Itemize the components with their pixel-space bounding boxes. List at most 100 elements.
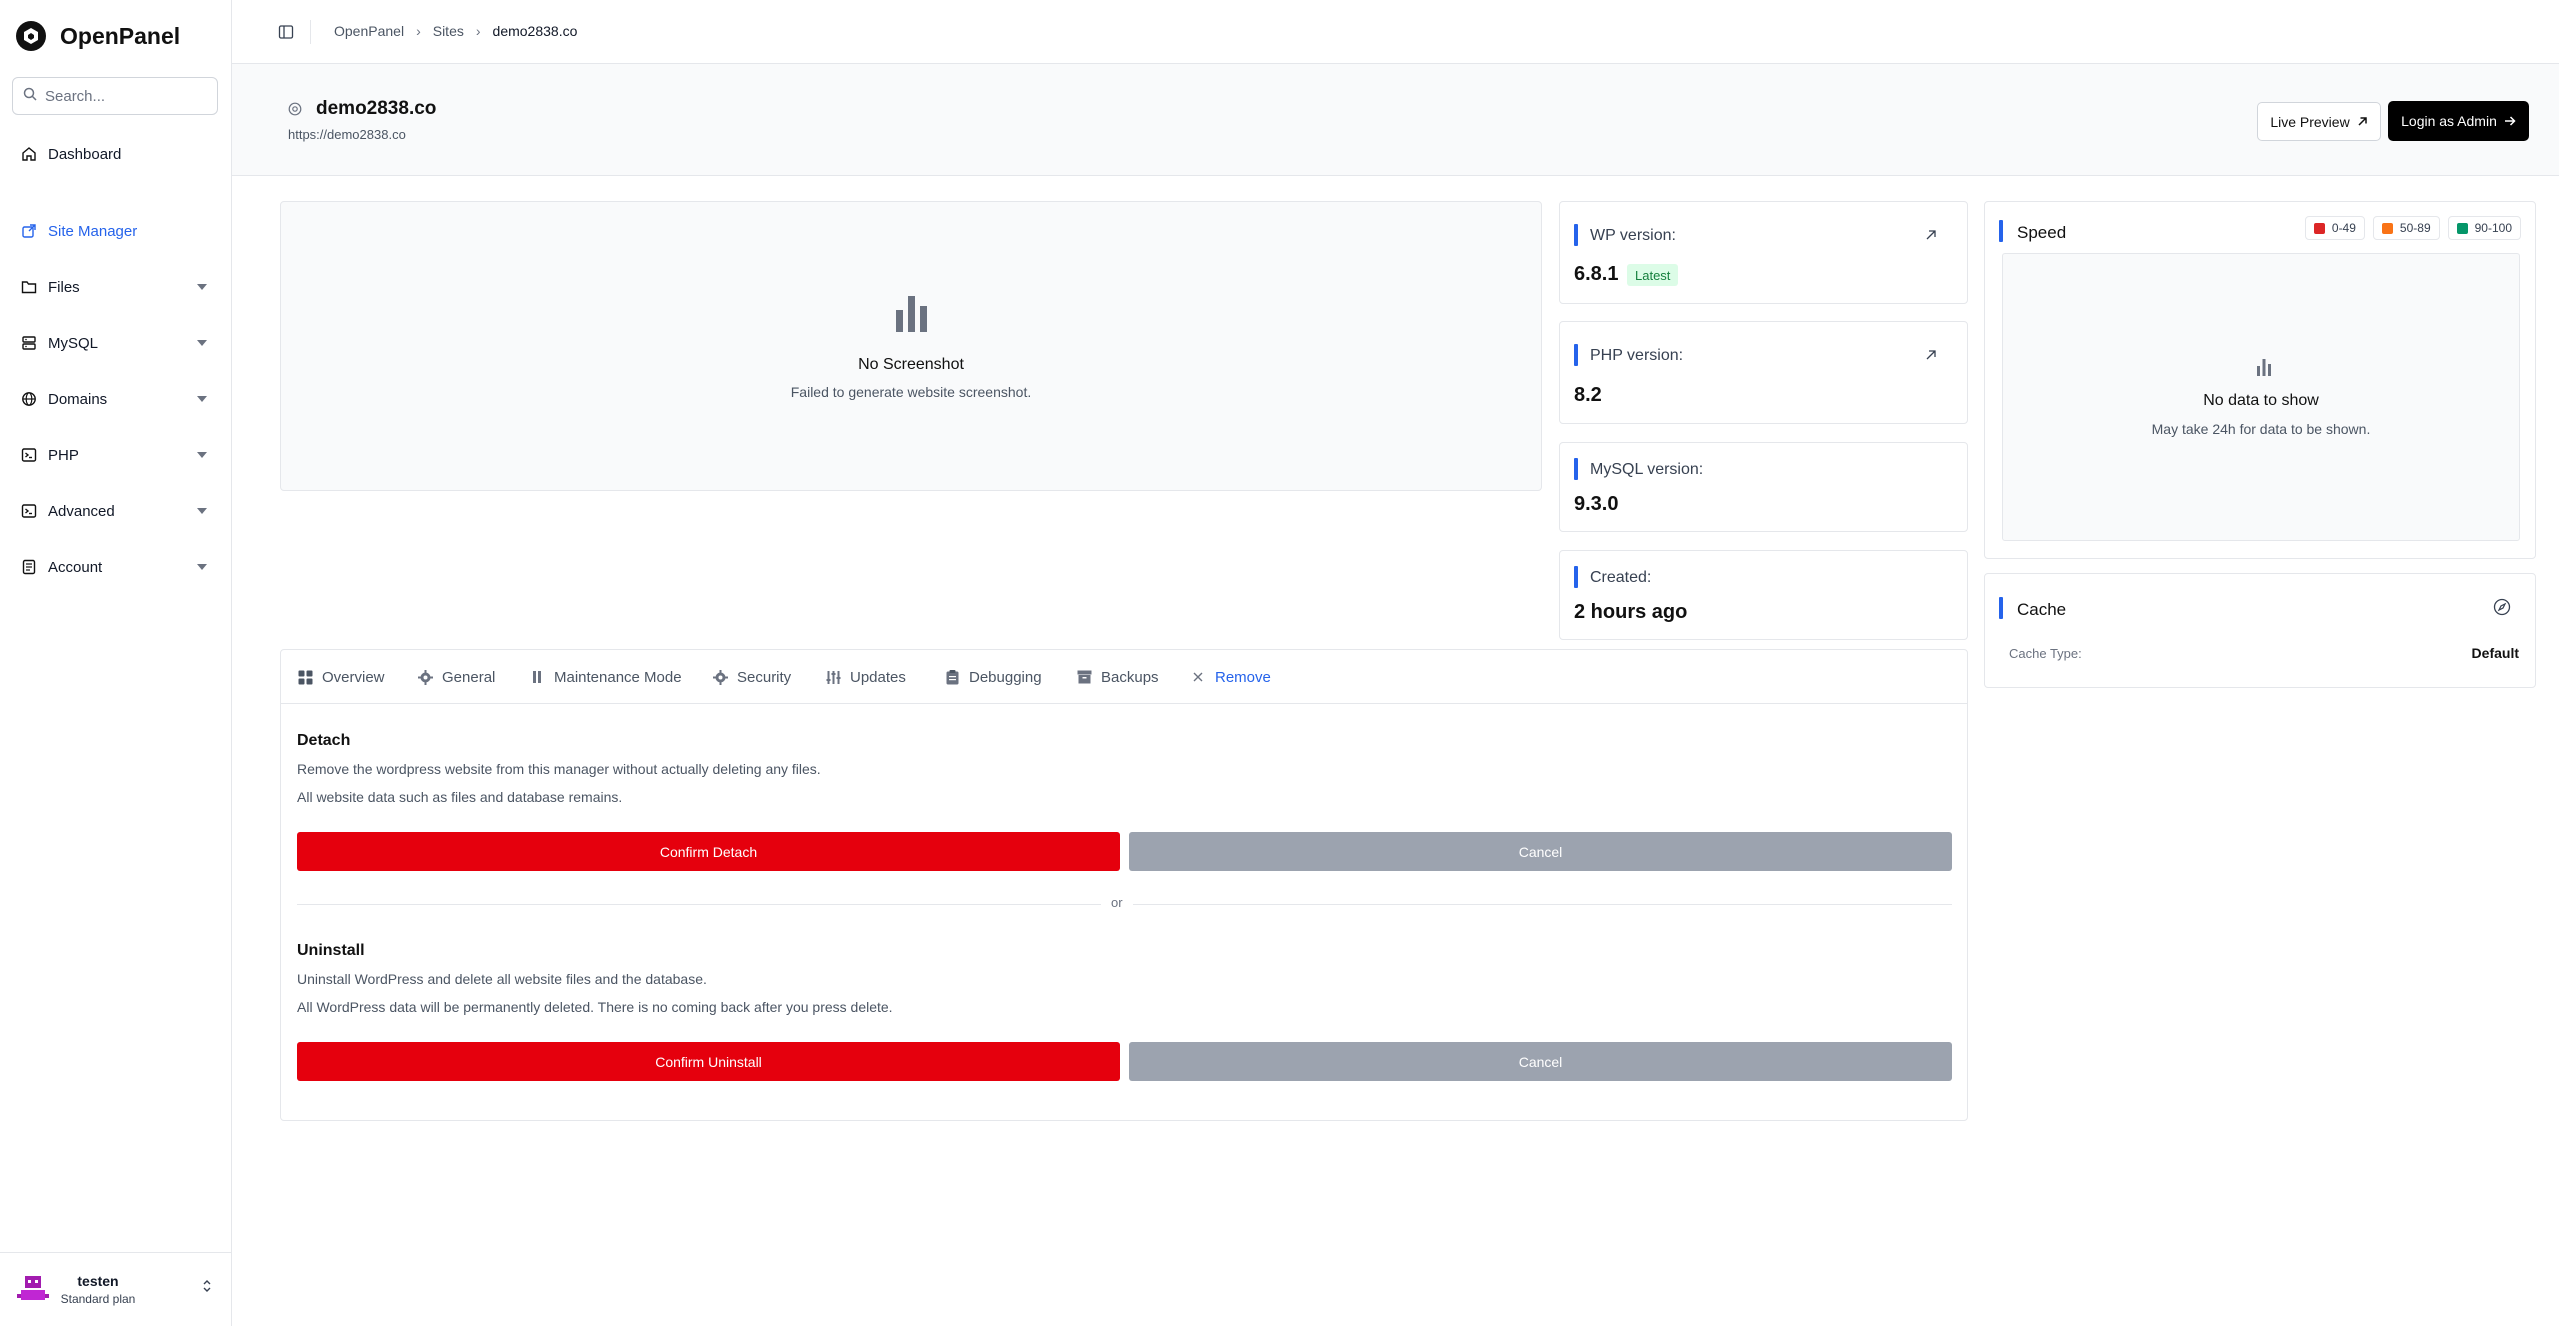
tab-label: General xyxy=(442,668,496,686)
speed-empty-hint: May take 24h for data to be shown. xyxy=(2151,421,2371,437)
bar-chart-icon xyxy=(2255,358,2273,381)
wp-version-label: WP version: xyxy=(1590,227,1676,244)
sidebar-item-label: Dashboard xyxy=(48,145,122,163)
latest-badge: Latest xyxy=(1627,264,1679,286)
accent-bar xyxy=(1574,224,1578,246)
mysql-version-label: MySQL version: xyxy=(1590,461,1704,478)
tab-remove[interactable]: Remove xyxy=(1190,666,1271,688)
chevrons-up-down-icon[interactable] xyxy=(202,1279,212,1293)
tab-maintenance-mode[interactable]: Maintenance Mode xyxy=(529,666,682,688)
accent-bar xyxy=(1574,344,1578,366)
user-plan: Standard plan xyxy=(60,1292,136,1306)
legend-swatch xyxy=(2456,222,2468,234)
uninstall-description: Uninstall WordPress and delete all websi… xyxy=(297,971,707,987)
tab-updates[interactable]: Updates xyxy=(825,666,906,688)
breadcrumb-root[interactable]: OpenPanel xyxy=(334,23,404,39)
search-icon xyxy=(23,87,37,106)
tab-label: Remove xyxy=(1215,668,1271,686)
tab-debugging[interactable]: Debugging xyxy=(944,666,1042,688)
user-menu[interactable]: testen Standard plan xyxy=(0,1252,232,1326)
sidebar-toggle-icon[interactable] xyxy=(278,24,294,40)
site-favicon-icon xyxy=(288,102,302,116)
accent-bar xyxy=(1574,458,1578,480)
search-input[interactable] xyxy=(45,87,205,105)
php-version-label: PHP version: xyxy=(1590,347,1684,364)
arrow-right-icon xyxy=(2504,116,2516,126)
close-icon xyxy=(1190,669,1206,685)
site-tabs-panel: Overview General Maintenance Mode Securi… xyxy=(280,649,1968,1121)
cache-title: Cache xyxy=(2017,600,2067,619)
external-link-icon[interactable] xyxy=(1925,228,1937,240)
speed-empty-title: No data to show xyxy=(2203,392,2319,409)
wp-version-card: WP version: 6.8.1 Latest xyxy=(1559,201,1968,304)
arrow-up-right-icon xyxy=(2357,116,2368,127)
tab-backups[interactable]: Backups xyxy=(1076,666,1159,688)
speed-legend: 0-49 50-89 90-100 xyxy=(2304,216,2521,240)
sidebar-item-mysql[interactable]: MySQL xyxy=(0,323,232,363)
live-preview-button[interactable]: Live Preview xyxy=(2257,102,2381,141)
legend-item: 90-100 xyxy=(2447,216,2521,240)
sidebar-item-label: Advanced xyxy=(48,502,115,520)
detach-note: All website data such as files and datab… xyxy=(297,789,623,805)
confirm-detach-button[interactable]: Confirm Detach xyxy=(297,832,1120,871)
site-url[interactable]: https://demo2838.co xyxy=(288,127,406,142)
tab-label: Security xyxy=(737,668,792,686)
tab-label: Maintenance Mode xyxy=(554,668,682,686)
tab-label: Debugging xyxy=(969,668,1042,686)
globe-icon xyxy=(20,390,38,408)
confirm-uninstall-button[interactable]: Confirm Uninstall xyxy=(297,1042,1120,1081)
chevron-right-icon: › xyxy=(475,23,481,39)
user-name: testen xyxy=(77,1273,119,1289)
bar-chart-icon xyxy=(892,294,932,337)
screenshot-title: No Screenshot xyxy=(858,356,964,373)
speed-card: Speed 0-49 50-89 90-100 No data to show … xyxy=(1984,201,2536,559)
legend-label: 90-100 xyxy=(2474,221,2512,235)
pause-icon xyxy=(529,669,545,685)
sidebar-item-site-manager[interactable]: Site Manager xyxy=(0,211,232,251)
sidebar-item-php[interactable]: PHP xyxy=(0,435,232,475)
login-as-admin-button[interactable]: Login as Admin xyxy=(2388,101,2529,141)
compass-icon[interactable] xyxy=(2493,598,2511,616)
sidebar-item-account[interactable]: Account xyxy=(0,547,232,587)
breadcrumb-current: demo2838.co xyxy=(492,23,578,39)
site-manager-icon xyxy=(20,222,38,240)
cache-card: Cache Cache Type: Default xyxy=(1984,573,2536,688)
mysql-version-value: 9.3.0 xyxy=(1574,493,1619,515)
sidebar-item-advanced[interactable]: Advanced xyxy=(0,491,232,531)
database-icon xyxy=(20,334,38,352)
detach-title: Detach xyxy=(297,732,351,749)
created-card: Created: 2 hours ago xyxy=(1559,550,1968,640)
tab-general[interactable]: General xyxy=(417,666,495,688)
breadcrumb-sites[interactable]: Sites xyxy=(433,23,464,39)
cancel-uninstall-button[interactable]: Cancel xyxy=(1129,1042,1952,1081)
terminal-icon xyxy=(20,446,38,464)
login-as-admin-label: Login as Admin xyxy=(2401,113,2497,129)
sidebar-item-files[interactable]: Files xyxy=(0,267,232,307)
chevron-right-icon: › xyxy=(416,23,421,39)
tab-security[interactable]: Security xyxy=(712,666,791,688)
sidebar-item-dashboard[interactable]: Dashboard xyxy=(0,134,232,174)
brand[interactable]: OpenPanel xyxy=(16,16,180,56)
legend-item: 0-49 xyxy=(2304,216,2365,240)
cancel-detach-button[interactable]: Cancel xyxy=(1129,832,1952,871)
cache-type-value: Default xyxy=(2471,645,2519,661)
gear-icon xyxy=(417,669,433,685)
account-icon xyxy=(20,558,38,576)
uninstall-title: Uninstall xyxy=(297,942,365,959)
external-link-icon[interactable] xyxy=(1925,348,1937,360)
tab-label: Overview xyxy=(322,668,385,686)
tab-overview[interactable]: Overview xyxy=(297,666,385,688)
terminal-icon xyxy=(20,502,38,520)
topbar: OpenPanel › Sites › demo2838.co xyxy=(232,0,2559,64)
search-box[interactable] xyxy=(12,77,218,115)
chevron-down-icon xyxy=(197,508,207,514)
sidebar-item-domains[interactable]: Domains xyxy=(0,379,232,419)
chevron-down-icon xyxy=(197,284,207,290)
cache-type-label: Cache Type: xyxy=(2009,646,2082,661)
legend-label: 0-49 xyxy=(2331,221,2356,235)
chevron-down-icon xyxy=(197,396,207,402)
clipboard-icon xyxy=(944,669,960,685)
tab-label: Updates xyxy=(850,668,906,686)
gear-icon xyxy=(712,669,728,685)
tab-label: Backups xyxy=(1101,668,1159,686)
